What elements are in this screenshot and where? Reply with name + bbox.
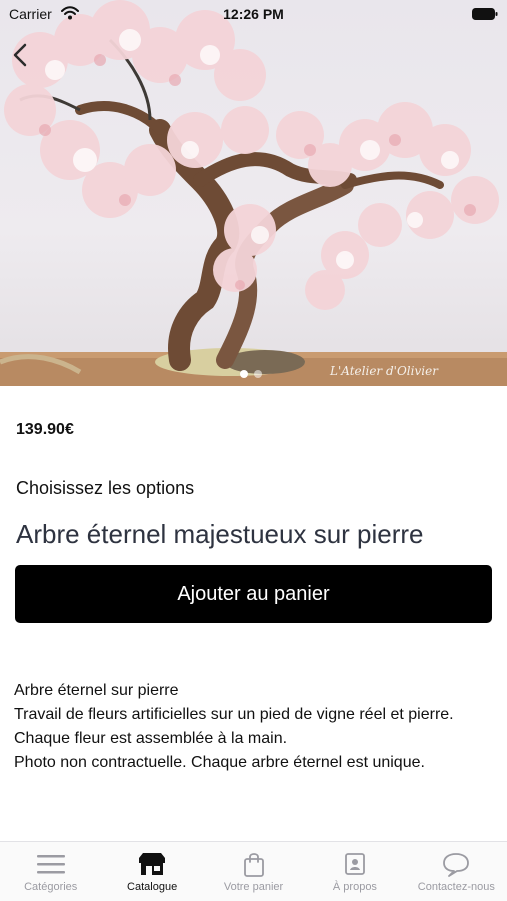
tab-about[interactable]: À propos <box>304 842 405 901</box>
cherry-blossom-tree-photo <box>0 0 507 386</box>
back-button[interactable] <box>8 40 34 70</box>
product-price: 139.90€ <box>16 421 74 438</box>
contact-card-icon <box>340 851 370 877</box>
tab-label: Catalogue <box>127 881 178 893</box>
tab-bar: Catégories Catalogue Votre panier À prop… <box>0 841 507 901</box>
menu-icon <box>36 851 66 877</box>
tab-label: Contactez-nous <box>417 881 495 893</box>
tab-label: À propos <box>332 881 377 893</box>
tab-catalogue[interactable]: Catalogue <box>101 842 202 901</box>
tab-label: Votre panier <box>223 881 284 893</box>
status-bar: Carrier 12:26 PM <box>0 0 507 28</box>
battery-icon <box>472 8 498 20</box>
pager-dot[interactable] <box>240 370 248 378</box>
tab-label: Catégories <box>24 881 78 893</box>
description-line: Photo non contractuelle. Chaque arbre ét… <box>14 754 425 771</box>
options-heading: Choisissez les options <box>16 478 195 498</box>
chat-bubble-icon <box>441 851 471 877</box>
tab-categories[interactable]: Catégories <box>0 842 101 901</box>
image-watermark: L'Atelier d'Olivier <box>330 364 438 378</box>
store-icon <box>137 851 167 877</box>
add-to-cart-button[interactable]: Ajouter au panier <box>15 565 492 623</box>
product-image[interactable]: L'Atelier d'Olivier <box>0 0 507 386</box>
shopping-bag-icon <box>239 851 269 877</box>
description-line: Arbre éternel sur pierre <box>14 682 179 699</box>
product-title: Arbre éternel majestueux sur pierre <box>16 519 424 549</box>
description-line: Travail de fleurs artificielles sur un p… <box>14 706 454 723</box>
image-pager[interactable] <box>240 370 262 378</box>
tab-contact[interactable]: Contactez-nous <box>406 842 507 901</box>
chevron-left-icon <box>13 43 27 67</box>
description-line: Chaque fleur est assemblée à la main. <box>14 730 288 747</box>
pager-dot[interactable] <box>254 370 262 378</box>
product-description: Arbre éternel sur pierre Travail de fleu… <box>14 680 484 776</box>
status-time: 12:26 PM <box>223 6 284 22</box>
tab-cart[interactable]: Votre panier <box>203 842 304 901</box>
